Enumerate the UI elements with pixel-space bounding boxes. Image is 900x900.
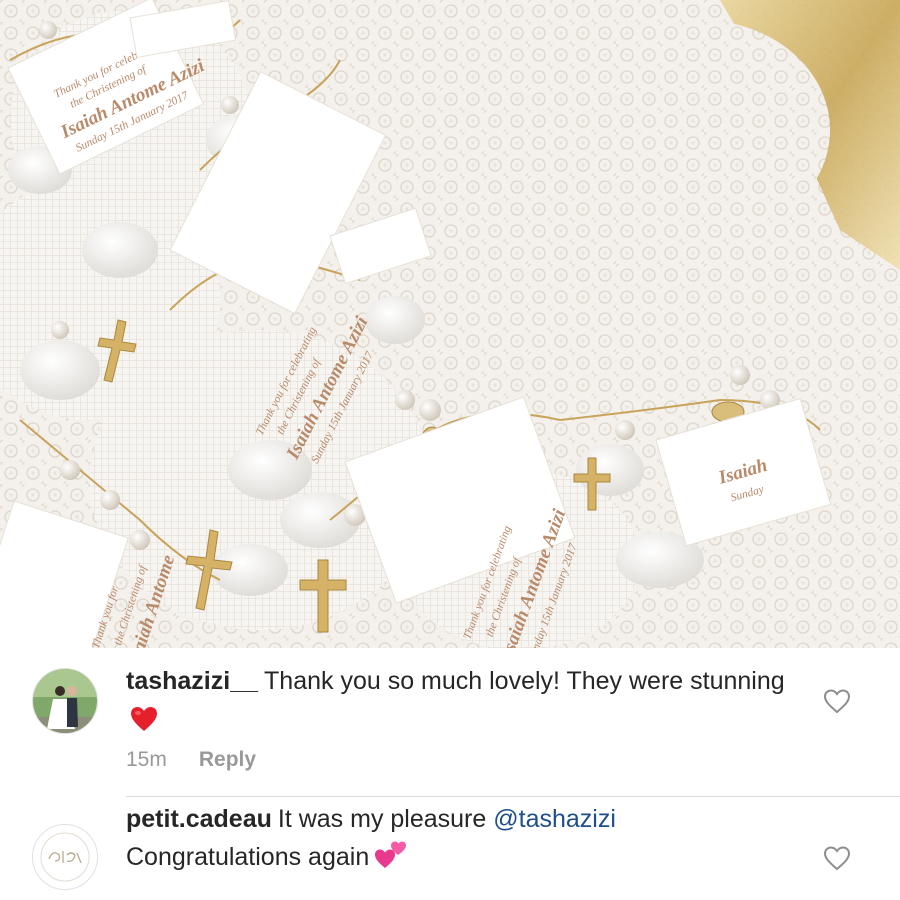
red-heart-icon bbox=[130, 705, 158, 743]
comment-username[interactable]: petit.cadeau bbox=[126, 805, 272, 833]
comment-meta: 15m Reply bbox=[126, 748, 256, 772]
comment-text: petit.cadeau It was my pleasure @tashaziz… bbox=[126, 800, 796, 881]
comment-body-2: Congratulations again bbox=[126, 843, 370, 871]
comment-time: 15m bbox=[126, 748, 167, 771]
like-heart-icon[interactable] bbox=[822, 686, 852, 716]
wedding-couple-avatar-icon bbox=[33, 669, 97, 733]
petit-cadeau-logo-icon bbox=[33, 825, 97, 889]
avatar[interactable] bbox=[32, 668, 98, 734]
avatar[interactable] bbox=[32, 824, 98, 890]
christening-favors-image: Thank you for celebrating the Christenin… bbox=[0, 0, 900, 648]
post-photo[interactable]: Thank you for celebrating the Christenin… bbox=[0, 0, 900, 648]
comment-username[interactable]: tashazizi__ bbox=[126, 667, 258, 695]
two-hearts-icon bbox=[373, 840, 407, 881]
divider bbox=[126, 796, 900, 797]
comment-body: It was my pleasure bbox=[277, 805, 487, 833]
comment-body: Thank you so much lovely! They were stun… bbox=[264, 667, 785, 695]
comments-section: tashazizi__ Thank you so much lovely! The… bbox=[0, 648, 900, 900]
mention-link[interactable]: @tashazizi bbox=[493, 805, 616, 833]
reply-button[interactable]: Reply bbox=[199, 748, 256, 771]
comment-text: tashazizi__ Thank you so much lovely! The… bbox=[126, 662, 796, 743]
like-heart-icon[interactable] bbox=[822, 843, 852, 873]
